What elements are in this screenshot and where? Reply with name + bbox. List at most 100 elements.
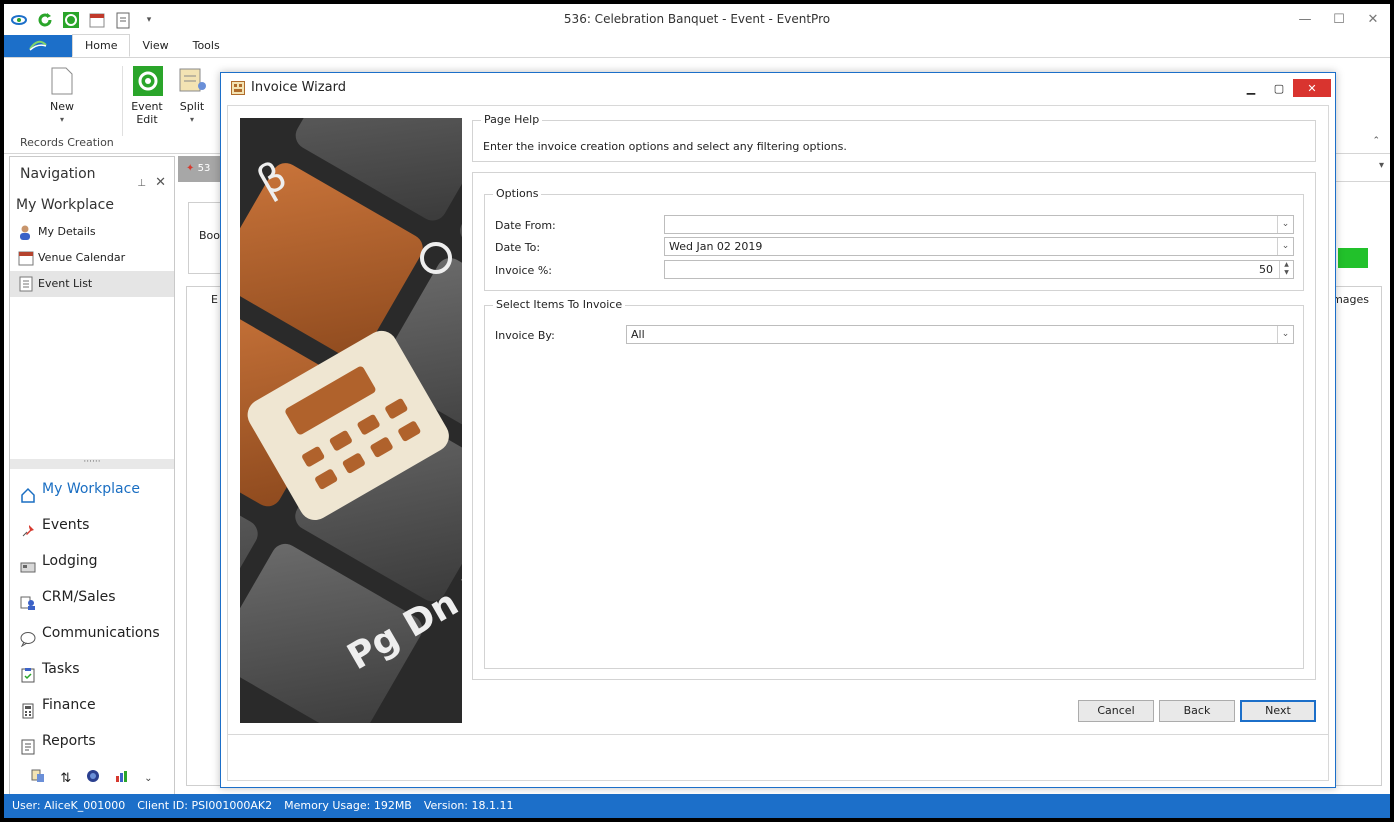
minimize-icon[interactable]: —	[1288, 4, 1322, 34]
report-icon	[20, 733, 36, 755]
invoice-by-select[interactable]: All ⌄	[626, 325, 1294, 344]
doc-tab-label: 53	[197, 163, 211, 174]
tab-tools[interactable]: Tools	[181, 35, 232, 57]
globe-icon[interactable]	[86, 769, 100, 787]
speech-bubble-icon	[20, 625, 36, 648]
dialog-title: Invoice Wizard	[251, 80, 346, 95]
nav-overflow-bar: ⇅ ⌄	[10, 765, 174, 791]
page-help-group: Page Help Enter the invoice creation opt…	[472, 113, 1316, 162]
status-bar: User: AliceK_001000 Client ID: PSI001000…	[4, 794, 1390, 818]
home-icon	[20, 481, 36, 503]
calculator-icon	[20, 697, 36, 719]
date-to-value: Wed Jan 02 2019	[669, 240, 763, 253]
cancel-button[interactable]: Cancel	[1078, 700, 1154, 722]
status-memory: Memory Usage: 192MB	[284, 799, 412, 812]
nav-item-label: Event List	[38, 277, 93, 290]
nav-module-finance[interactable]: Finance	[10, 687, 174, 723]
nav-item-my-details[interactable]: My Details	[10, 219, 174, 245]
options-container: Options Date From: ⌄ Date To: Wed Jan 02…	[472, 172, 1316, 680]
invoice-percent-value: 50	[1259, 263, 1273, 276]
dialog-minimize-icon[interactable]: ▁	[1237, 79, 1265, 97]
nav-splitter[interactable]: ······	[10, 458, 174, 469]
nav-module-reports[interactable]: Reports	[10, 723, 174, 759]
split-icon	[178, 66, 206, 96]
invoice-percent-spinner[interactable]: 50 ▲ ▼	[664, 260, 1294, 279]
sort-arrows-icon[interactable]: ⇅	[60, 771, 71, 786]
date-to-field[interactable]: Wed Jan 02 2019 ⌄	[664, 237, 1294, 256]
status-green-indicator	[1338, 248, 1368, 268]
split-button[interactable]: Split ▾	[167, 66, 217, 126]
chart-icon[interactable]	[115, 769, 129, 787]
back-button[interactable]: Back	[1159, 700, 1235, 722]
new-document-icon	[48, 66, 76, 96]
invoice-percent-label: Invoice %:	[495, 264, 552, 277]
lodging-icon	[20, 553, 36, 573]
task-clipboard-icon	[20, 661, 36, 683]
new-button[interactable]: New ▾	[37, 66, 87, 126]
status-version: Version: 18.1.11	[423, 799, 514, 812]
nav-item-event-list[interactable]: Event List	[10, 271, 174, 297]
nav-item-label: Venue Calendar	[38, 251, 126, 264]
nav-item-venue-calendar[interactable]: Venue Calendar	[10, 245, 174, 271]
invoice-by-label: Invoice By:	[495, 329, 555, 342]
tab-list-dropdown-icon[interactable]: ▾	[1379, 160, 1384, 171]
chevron-down-icon[interactable]: ⌄	[144, 773, 152, 784]
nav-module-my-workplace[interactable]: My Workplace	[10, 471, 174, 507]
window-title: 536: Celebration Banquet - Event - Event…	[563, 12, 831, 26]
maximize-icon[interactable]: ☐	[1322, 4, 1356, 34]
event-edit-button[interactable]: Event Edit	[122, 66, 172, 126]
venue-calendar-icon	[18, 250, 34, 266]
dialog-footer-divider	[228, 734, 1328, 735]
select-items-legend: Select Items To Invoice	[493, 298, 626, 311]
keyboard-calculator-image: β Pg Dn E	[240, 118, 462, 723]
tab-pin-icon: ✦	[186, 163, 195, 174]
navigation-title: Navigation	[20, 166, 96, 182]
dialog-close-icon[interactable]: ✕	[1293, 79, 1331, 97]
nav-module-label: Communications	[42, 625, 160, 641]
close-icon[interactable]: ✕	[1356, 4, 1390, 34]
records-creation-group-label: Records Creation	[20, 136, 114, 149]
close-nav-icon[interactable]: ✕	[155, 166, 166, 200]
tab-view[interactable]: View	[130, 35, 180, 57]
nav-module-lodging[interactable]: Lodging	[10, 543, 174, 579]
nav-module-label: Finance	[42, 697, 96, 713]
invoice-by-dropdown-icon[interactable]: ⌄	[1277, 326, 1293, 343]
navigation-pane: Navigation ⊥ ✕ My Workplace My Details V…	[9, 156, 175, 796]
nav-item-label: My Details	[38, 225, 96, 238]
file-tab[interactable]	[4, 35, 72, 57]
images-tab-label[interactable]: mages	[1332, 293, 1369, 306]
dialog-window-controls: ▁ ▢ ✕	[1237, 79, 1331, 97]
list-document-icon	[18, 276, 34, 292]
nav-module-label: Events	[42, 517, 90, 533]
dialog-maximize-icon[interactable]: ▢	[1265, 79, 1293, 97]
event-edit-gear-icon	[133, 66, 163, 96]
next-button[interactable]: Next	[1240, 700, 1316, 722]
overflow-lodging-icon[interactable]	[31, 769, 45, 787]
nav-module-communications[interactable]: Communications	[10, 615, 174, 651]
nav-module-crm-sales[interactable]: CRM/Sales	[10, 579, 174, 615]
event-edit-label-2: Edit	[136, 113, 158, 126]
my-workplace-heading: My Workplace	[16, 197, 114, 213]
date-from-field[interactable]: ⌄	[664, 215, 1294, 234]
invoice-by-value: All	[631, 328, 645, 341]
page-help-legend: Page Help	[481, 113, 543, 126]
title-bar: ▾ 536: Celebration Banquet - Event - Eve…	[4, 4, 1390, 36]
nav-module-tasks[interactable]: Tasks	[10, 651, 174, 687]
split-label: Split	[179, 100, 205, 113]
status-user: User: AliceK_001000	[12, 799, 126, 812]
nav-module-label: My Workplace	[42, 481, 140, 497]
window-controls: — ☐ ✕	[1288, 4, 1390, 34]
nav-module-events[interactable]: Events	[10, 507, 174, 543]
ribbon-collapse-icon[interactable]: ⌃	[1372, 136, 1380, 146]
pin-icon[interactable]: ⊥	[137, 167, 146, 201]
new-label: New	[50, 100, 74, 113]
eventpro-window: ▾ 536: Celebration Banquet - Event - Eve…	[4, 4, 1390, 818]
pushpin-icon	[20, 517, 36, 537]
spin-arrows-icon[interactable]: ▲ ▼	[1279, 261, 1293, 278]
event-tab-label[interactable]: E	[211, 293, 218, 306]
tab-home[interactable]: Home	[72, 34, 131, 57]
date-from-dropdown-icon[interactable]: ⌄	[1277, 216, 1293, 233]
dialog-title-bar: Invoice Wizard ▁ ▢ ✕	[221, 73, 1335, 103]
options-group: Options Date From: ⌄ Date To: Wed Jan 02…	[484, 187, 1304, 291]
date-to-dropdown-icon[interactable]: ⌄	[1277, 238, 1293, 255]
